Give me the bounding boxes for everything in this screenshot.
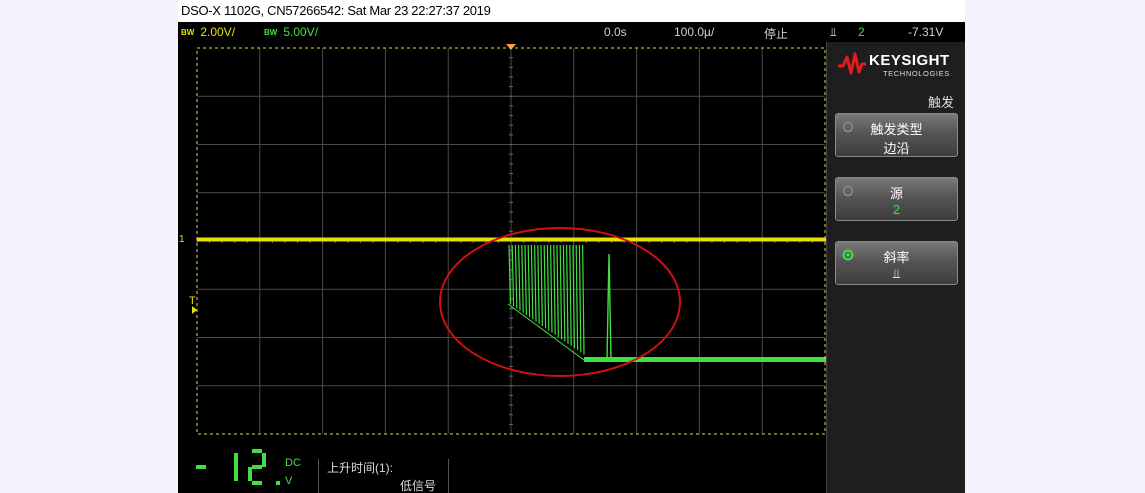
menu-title: 触发 [927, 95, 954, 110]
time-scale[interactable]: 100.0µ/ [674, 25, 714, 39]
graticule-svg: 1 T [179, 44, 826, 435]
digit-segment [234, 453, 238, 467]
ch2-scale-readout[interactable]: BW 5.00V/ [264, 25, 318, 39]
keysight-logo: KEYSIGHT TECHNOLOGIES [837, 48, 961, 80]
time-delay[interactable]: 0.0s [604, 25, 627, 39]
softkey-panel: KEYSIGHT TECHNOLOGIES 触发 触发类型 边沿 源 2 斜率 … [826, 42, 965, 493]
ch2-burst [508, 244, 585, 355]
ch2-spike [606, 253, 612, 361]
digit-segment [262, 453, 266, 467]
separator [448, 459, 449, 493]
digit-segment [252, 465, 262, 469]
unit-label: V [285, 475, 293, 487]
ch1-ground-marker: 1 [179, 234, 185, 245]
separator [318, 459, 319, 493]
ch2-envelope [507, 303, 585, 361]
trigger-level-marker: T [189, 295, 196, 307]
ch1-trace [197, 237, 826, 242]
digit-segment [252, 481, 262, 485]
keysight-wave-icon [838, 52, 866, 75]
ch2-baseline [584, 357, 826, 362]
ch2-scale: 5.00V/ [283, 25, 319, 39]
digit-segment [234, 467, 238, 481]
trigger-level[interactable]: -7.31V [908, 25, 943, 39]
screenshot-title: DSO-X 1102G, CN57266542: Sat Mar 23 22:2… [178, 0, 965, 22]
measurement-label[interactable]: 上升时间(1): [327, 459, 393, 476]
softkey-source[interactable]: 源 2 [835, 177, 958, 221]
slope-label: 斜率 [883, 250, 910, 265]
digit-segment [248, 467, 252, 481]
status-bar: BW 2.00V/ BW 5.00V/ 0.0s 100.0µ/ 停止 ⫫ 2 -7… [178, 22, 965, 42]
softkey-slope[interactable]: 斜率 ⫫ [835, 241, 958, 285]
softkey-trigger-type[interactable]: 触发类型 边沿 [835, 113, 958, 157]
trigger-level-arrow-icon [192, 306, 197, 314]
coupling-label: DC [285, 457, 301, 469]
ch2-bw-limit-badge: BW [264, 28, 278, 37]
large-readout-digits [196, 449, 280, 485]
trigger-type-label: 触发类型 [870, 122, 923, 137]
digit-segment [196, 465, 206, 469]
ch1-scale-readout[interactable]: BW 2.00V/ [181, 25, 235, 39]
ch1-bw-limit-badge: BW [181, 28, 195, 37]
digit-segment [276, 481, 280, 485]
logo-sub-text: TECHNOLOGIES [883, 69, 950, 78]
trigger-position-marker-icon [506, 44, 516, 50]
ch1-scale: 2.00V/ [200, 25, 236, 39]
bottom-bar: DC V 上升时间(1): 低信号 [178, 435, 826, 493]
run-state: 停止 [764, 27, 789, 41]
waveform-graticule[interactable]: 1 T [178, 42, 828, 435]
logo-main-text: KEYSIGHT [869, 52, 950, 69]
oscilloscope-screen: DSO-X 1102G, CN57266542: Sat Mar 23 22:2… [178, 0, 965, 493]
slope-value: ⫫ [892, 266, 901, 281]
trigger-type-value: 边沿 [883, 141, 910, 156]
source-value: 2 [892, 202, 901, 217]
source-label: 源 [889, 186, 903, 201]
trigger-slope-icon: ⫫ [830, 25, 837, 39]
digit-segment [252, 449, 262, 453]
measurement-value: 低信号 [400, 479, 437, 493]
trigger-source: 2 [858, 25, 865, 39]
ch2-trace [507, 244, 826, 362]
